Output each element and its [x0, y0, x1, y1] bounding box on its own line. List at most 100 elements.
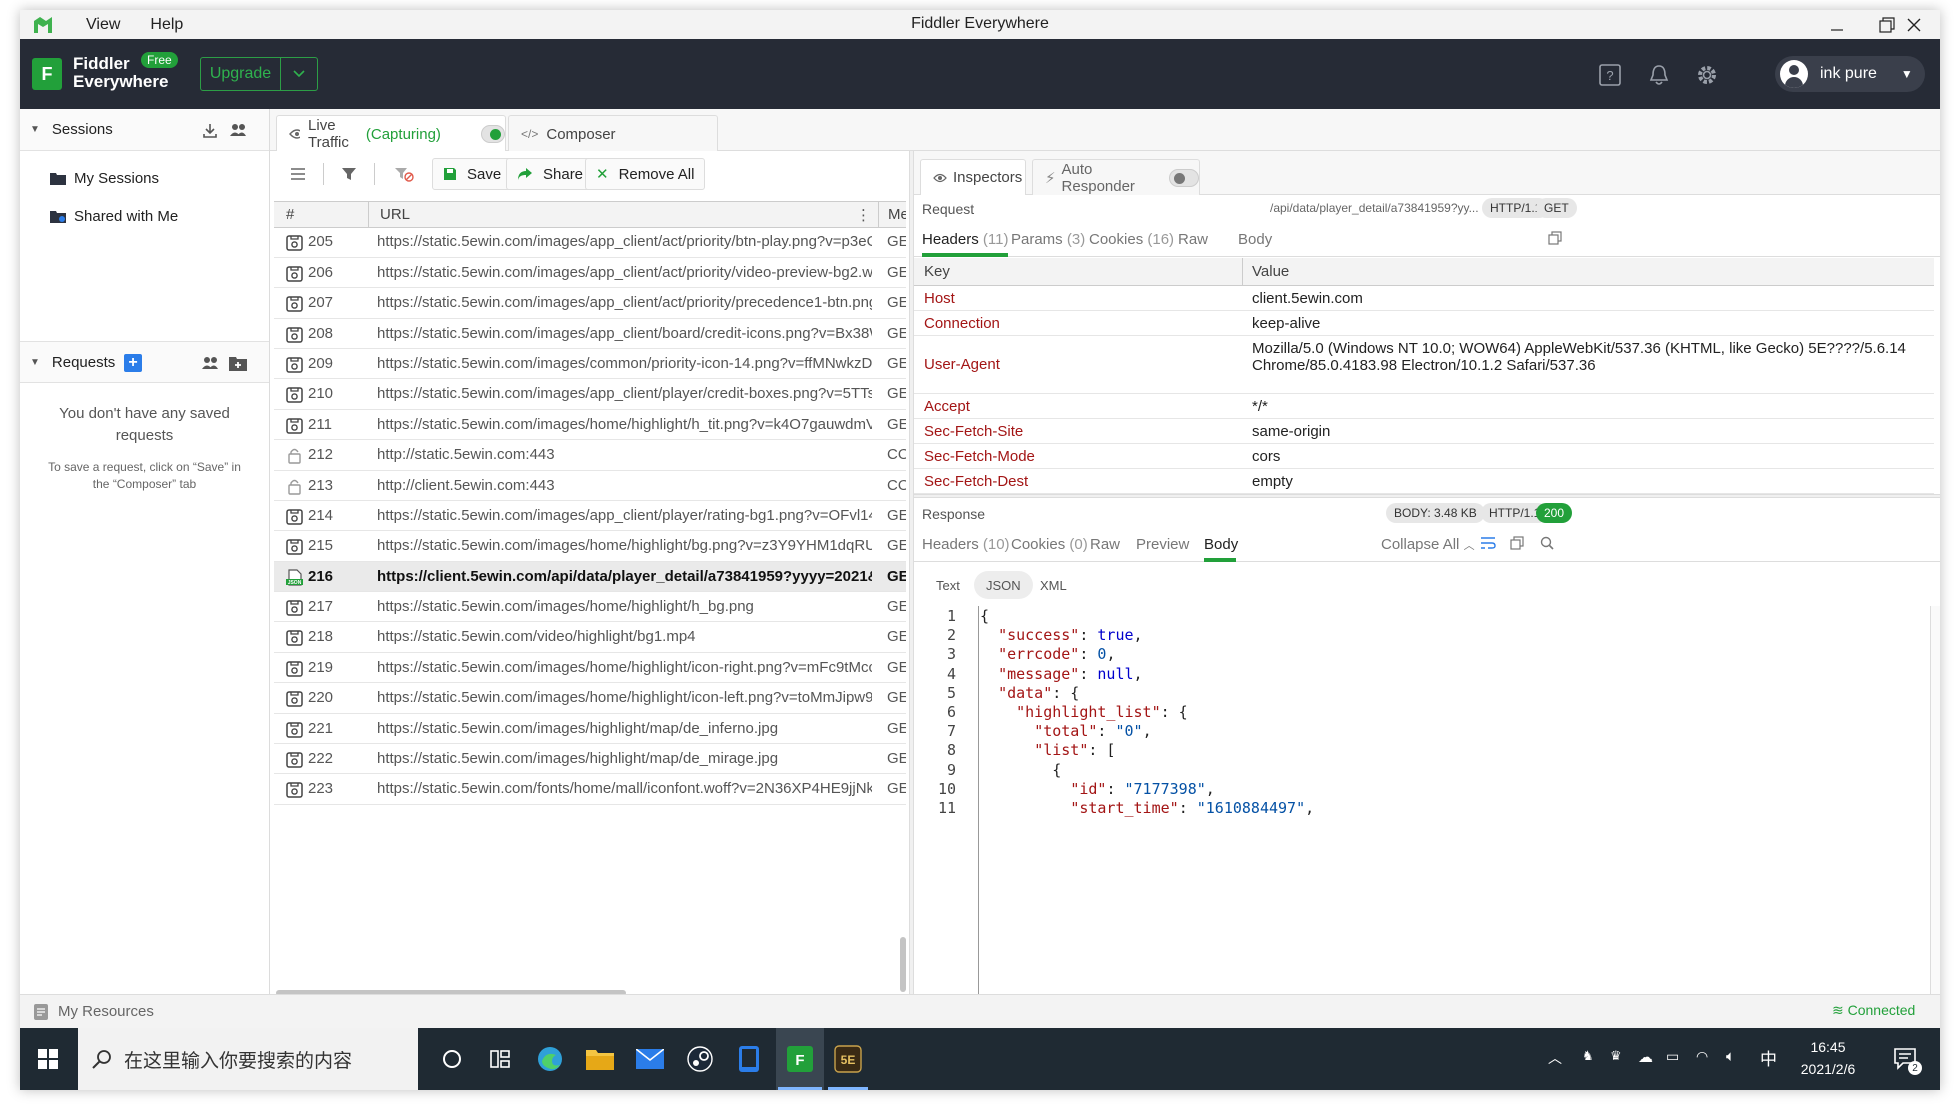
col-method-header[interactable]: Method: [888, 206, 906, 223]
menu-help[interactable]: Help: [150, 16, 183, 34]
shared-users-icon[interactable]: [200, 353, 220, 373]
taskbar-clock[interactable]: 16:45 2021/2/6: [1788, 1036, 1868, 1080]
tab-req-body[interactable]: Body: [1238, 231, 1272, 248]
table-row[interactable]: 213 http://client.5ewin.com:443 CONNECT: [274, 471, 906, 501]
tray-app-icon-2[interactable]: ♛: [1610, 1048, 1622, 1064]
search-icon[interactable]: [1540, 536, 1554, 554]
tab-auto-responder[interactable]: ⚡ Auto Responder: [1032, 159, 1200, 195]
table-row[interactable]: 221 https://static.5ewin.com/images/highl…: [274, 714, 906, 745]
fiddler-taskbar-icon[interactable]: F: [782, 1041, 818, 1077]
file-explorer-icon[interactable]: [582, 1041, 618, 1077]
tab-resp-cookies[interactable]: Cookies (0): [1011, 536, 1088, 553]
filter-icon[interactable]: [339, 164, 359, 184]
format-json[interactable]: JSON: [974, 571, 1033, 599]
tray-app-icon[interactable]: ♞: [1582, 1048, 1594, 1064]
table-row[interactable]: 210 https://static.5ewin.com/images/app_c…: [274, 379, 906, 410]
table-row[interactable]: 223 https://static.5ewin.com/fonts/home/m…: [274, 774, 906, 805]
chevron-down-icon[interactable]: [281, 58, 317, 90]
notification-center-icon[interactable]: 2: [1888, 1041, 1924, 1077]
requests-section-header[interactable]: ▼ Requests +: [20, 341, 269, 383]
table-row[interactable]: 217 https://static.5ewin.com/images/home/…: [274, 592, 906, 623]
taskbar-search[interactable]: 在这里输入你要搜索的内容: [78, 1028, 418, 1090]
my-resources-label[interactable]: My Resources: [58, 1003, 154, 1020]
tab-composer[interactable]: </> Composer: [508, 115, 718, 152]
table-row[interactable]: JSON 216 https://client.5ewin.com/api/data…: [274, 561, 906, 593]
table-row[interactable]: 212 http://static.5ewin.com:443 CONNECT: [274, 440, 906, 471]
table-row[interactable]: 211 https://static.5ewin.com/images/home/…: [274, 410, 906, 441]
table-row[interactable]: 218 https://static.5ewin.com/video/highli…: [274, 622, 906, 653]
upgrade-button[interactable]: Upgrade: [200, 57, 318, 91]
shared-users-icon[interactable]: [228, 120, 248, 140]
format-text[interactable]: Text: [924, 571, 972, 599]
header-row[interactable]: Sec-Fetch-Dest empty: [914, 469, 1934, 494]
edge-icon[interactable]: [532, 1041, 568, 1077]
header-row[interactable]: Sec-Fetch-Mode cors: [914, 444, 1934, 469]
mail-icon[interactable]: [632, 1041, 668, 1077]
format-xml[interactable]: XML: [1028, 571, 1079, 599]
tray-expand-icon[interactable]: ︿: [1548, 1048, 1562, 1068]
save-button[interactable]: Save: [432, 158, 513, 190]
editor-scrollbar[interactable]: [1930, 606, 1940, 994]
header-row[interactable]: User-Agent Mozilla/5.0 (Windows NT 10.0; …: [914, 336, 1934, 394]
table-row[interactable]: 214 https://static.5ewin.com/images/app_c…: [274, 501, 906, 532]
header-row[interactable]: Accept */*: [914, 394, 1934, 419]
table-row[interactable]: 205 https://static.5ewin.com/images/app_c…: [274, 227, 906, 258]
auto-responder-toggle[interactable]: [1168, 168, 1199, 187]
5e-client-icon[interactable]: 5E: [830, 1041, 866, 1077]
steam-icon[interactable]: [682, 1041, 718, 1077]
clear-filter-icon[interactable]: [394, 164, 414, 184]
onedrive-icon[interactable]: ☁: [1638, 1048, 1653, 1066]
tab-req-params[interactable]: Params (3): [1011, 231, 1085, 248]
help-icon[interactable]: ?: [1596, 61, 1624, 89]
table-row[interactable]: 208 https://static.5ewin.com/images/app_c…: [274, 319, 906, 349]
table-row[interactable]: 219 https://static.5ewin.com/images/home/…: [274, 653, 906, 684]
header-row[interactable]: Sec-Fetch-Site same-origin: [914, 419, 1934, 444]
collapse-all-button[interactable]: Collapse All ︿: [1381, 536, 1475, 553]
response-body-editor[interactable]: 1{2 "success": true, 3 "errcode": 0, 4 "me…: [914, 606, 1940, 994]
user-menu[interactable]: ink pure ▼: [1775, 56, 1925, 92]
menu-view[interactable]: View: [86, 16, 120, 34]
capture-toggle[interactable]: [480, 125, 505, 143]
col-url-header[interactable]: URL: [380, 206, 410, 223]
tab-resp-headers[interactable]: Headers (10): [922, 536, 1010, 553]
windows-start-icon[interactable]: [30, 1041, 66, 1077]
table-row[interactable]: 222 https://static.5ewin.com/images/highl…: [274, 744, 906, 775]
tab-resp-raw[interactable]: Raw: [1090, 536, 1120, 553]
inspector-splitter[interactable]: [914, 494, 1940, 498]
close-window-button[interactable]: [1888, 10, 1940, 39]
tab-req-headers[interactable]: Headers (11): [922, 231, 1008, 248]
table-row[interactable]: 220 https://static.5ewin.com/images/home/…: [274, 683, 906, 714]
table-row[interactable]: 206 https://static.5ewin.com/images/app_c…: [274, 258, 906, 289]
task-view-icon[interactable]: [482, 1041, 518, 1077]
tab-live-traffic[interactable]: Live Traffic (Capturing): [276, 115, 506, 152]
copy-icon[interactable]: [1510, 536, 1524, 554]
phone-app-icon[interactable]: [731, 1041, 767, 1077]
sessions-section-header[interactable]: ▼ Sessions: [20, 109, 269, 151]
cortana-icon[interactable]: [434, 1041, 470, 1077]
ime-indicator[interactable]: 中: [1760, 1045, 1777, 1070]
header-row[interactable]: Host client.5ewin.com: [914, 286, 1934, 311]
tab-inspectors[interactable]: Inspectors: [920, 159, 1026, 195]
word-wrap-icon[interactable]: [1480, 536, 1496, 554]
battery-icon[interactable]: ▭: [1666, 1048, 1679, 1065]
header-row[interactable]: Connection keep-alive: [914, 311, 1934, 336]
grid-vertical-scrollbar[interactable]: [900, 937, 906, 992]
share-button[interactable]: Share: [506, 158, 595, 190]
minimize-button[interactable]: [1812, 10, 1862, 39]
volume-icon[interactable]: 🔈︎: [1726, 1048, 1735, 1065]
remove-all-button[interactable]: ✕ Remove All: [585, 158, 706, 190]
tab-resp-preview[interactable]: Preview: [1136, 536, 1189, 553]
tab-req-cookies[interactable]: Cookies (16): [1089, 231, 1174, 248]
table-row[interactable]: 209 https://static.5ewin.com/images/commo…: [274, 349, 906, 380]
tab-resp-body[interactable]: Body: [1204, 536, 1238, 553]
gear-icon[interactable]: [1693, 61, 1721, 89]
tab-req-raw[interactable]: Raw: [1178, 231, 1208, 248]
add-folder-icon[interactable]: [228, 353, 248, 373]
bell-icon[interactable]: [1645, 61, 1673, 89]
sidebar-item-shared-with-me[interactable]: Shared with Me: [20, 197, 269, 235]
column-options-icon[interactable]: ⋮: [856, 206, 871, 224]
copy-icon[interactable]: [1548, 231, 1562, 249]
col-number-header[interactable]: #: [286, 206, 294, 223]
table-row[interactable]: 207 https://static.5ewin.com/images/app_c…: [274, 288, 906, 319]
table-row[interactable]: 215 https://static.5ewin.com/images/home/…: [274, 531, 906, 562]
